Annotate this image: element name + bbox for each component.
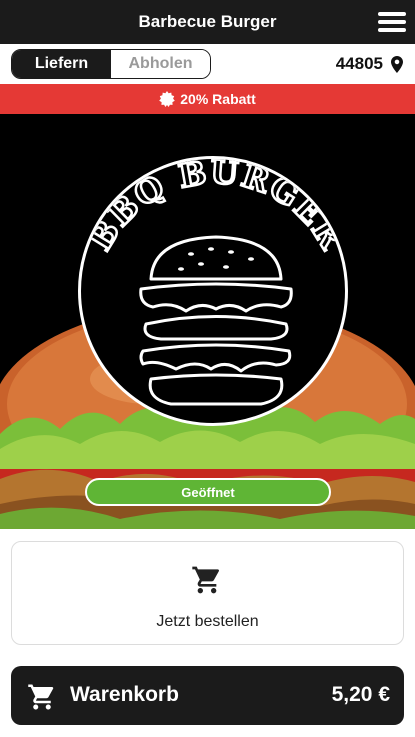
cart-total: 5,20 €: [331, 683, 390, 706]
badge-icon: [159, 91, 176, 107]
delivery-mode-toggle: Liefern Abholen: [11, 49, 211, 79]
map-pin-icon: [391, 55, 403, 73]
cart-icon: [28, 684, 54, 710]
page-title: Barbecue Burger: [138, 12, 277, 31]
order-now-card[interactable]: Jetzt bestellen: [11, 541, 404, 645]
location-selector[interactable]: 44805: [336, 54, 403, 74]
zip-code: 44805: [335, 54, 383, 73]
hamburger-menu-icon[interactable]: [378, 12, 406, 32]
order-now-label: Jetzt bestellen: [156, 613, 259, 630]
open-status-badge: Geöffnet: [85, 478, 331, 506]
burger-logo-graphic: BBQ BURGER: [81, 159, 348, 406]
svg-text:BBQ BURGER: BBQ BURGER: [81, 159, 348, 257]
mode-bar: Liefern Abholen 44805: [0, 44, 415, 84]
cart-icon: [192, 566, 219, 594]
logo-text: BBQ BURGER: [81, 159, 345, 258]
tab-liefern[interactable]: Liefern: [12, 50, 111, 78]
hero-image: BBQ BURGER Geöffnet: [0, 114, 415, 529]
logo: BBQ BURGER: [78, 156, 348, 426]
discount-text: 20% Rabatt: [180, 91, 256, 107]
tab-abholen[interactable]: Abholen: [111, 50, 210, 78]
cart-button[interactable]: Warenkorb 5,20 €: [11, 666, 404, 725]
top-bar: Barbecue Burger: [0, 0, 415, 44]
cart-label: Warenkorb: [70, 683, 179, 706]
discount-banner: 20% Rabatt: [0, 84, 415, 114]
